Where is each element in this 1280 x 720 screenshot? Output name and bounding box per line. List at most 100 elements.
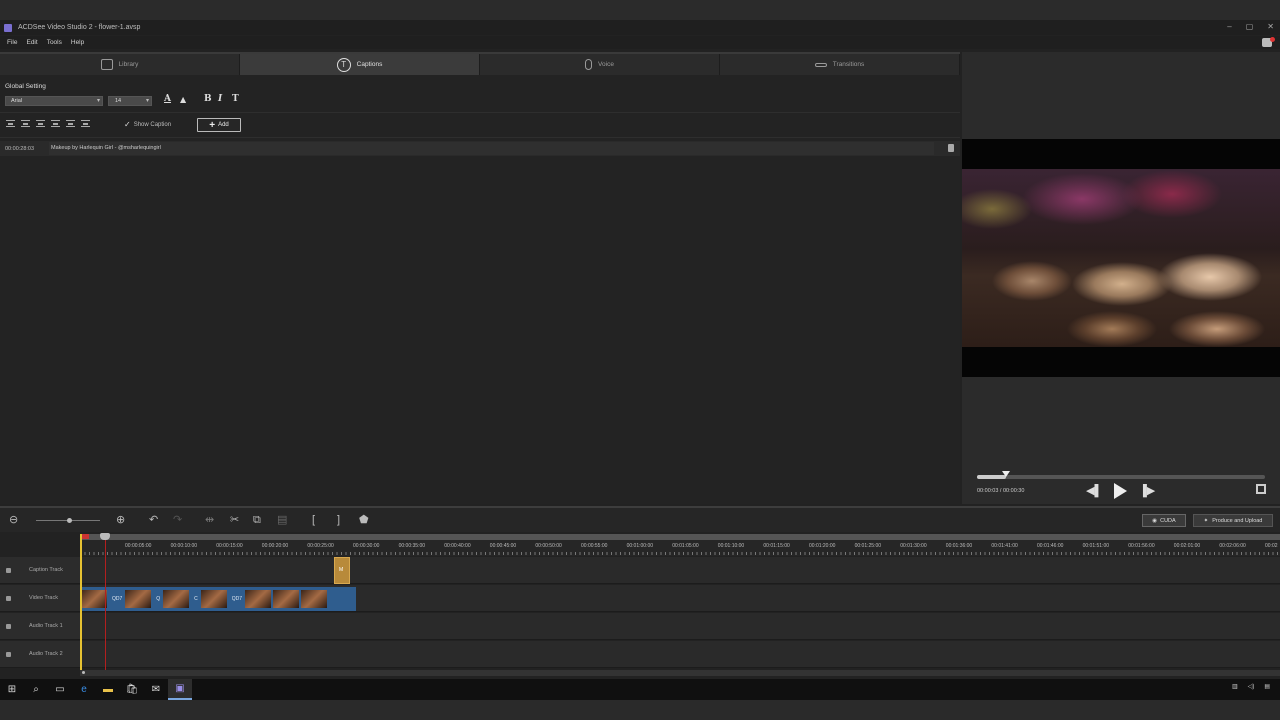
- divider: [0, 137, 960, 138]
- tab-voice[interactable]: Voice: [480, 54, 720, 75]
- font-select[interactable]: Arial ▾: [5, 96, 103, 106]
- mark-in-icon[interactable]: [: [312, 515, 315, 526]
- zoom-out-icon[interactable]: ⊖: [9, 515, 18, 526]
- font-size-value: 14: [115, 98, 122, 104]
- video-clip[interactable]: QD7 Q C QD7: [81, 587, 356, 611]
- task-view-icon[interactable]: ▭: [48, 679, 72, 700]
- timeline-start-line: [80, 534, 82, 672]
- timeline-scrollbar[interactable]: [80, 670, 1280, 676]
- ruler-label: 00:01:36:00: [945, 543, 973, 549]
- audio-track-1-lane[interactable]: [80, 613, 1280, 640]
- step-back-icon[interactable]: ◀▌: [1086, 484, 1102, 497]
- video-preview-frame: [962, 169, 1280, 347]
- seek-bar[interactable]: [977, 471, 1265, 479]
- zoom-in-icon[interactable]: ⊕: [116, 515, 125, 526]
- align-top-icon[interactable]: [51, 120, 60, 127]
- action-center-icon[interactable]: ▤: [1264, 683, 1270, 690]
- search-icon[interactable]: ⌕: [24, 679, 48, 700]
- seek-handle[interactable]: [1001, 471, 1010, 477]
- video-thumbnail: [301, 590, 328, 608]
- minimize-icon[interactable]: –: [1227, 22, 1231, 31]
- ruler-label: 00:00:05:00: [125, 543, 152, 549]
- acdsee-app-icon[interactable]: ▣: [168, 679, 192, 700]
- step-forward-icon[interactable]: ▐▶: [1139, 484, 1155, 497]
- preview-panel: 00:00:03 / 00:00:30 ◀▌ ▐▶: [962, 52, 1280, 504]
- maximize-icon[interactable]: ▢: [1246, 22, 1254, 31]
- text-style-icon[interactable]: T: [232, 94, 239, 104]
- library-icon: [100, 59, 113, 70]
- video-clip-segment: QD7: [81, 590, 125, 608]
- play-icon[interactable]: [1114, 483, 1127, 499]
- bold-icon[interactable]: B: [204, 94, 212, 104]
- redo-icon[interactable]: ↷: [173, 515, 182, 526]
- file-explorer-icon[interactable]: ▬: [96, 679, 120, 700]
- ruler-scrub-bar[interactable]: [80, 534, 1280, 540]
- zoom-slider-handle[interactable]: [67, 518, 72, 523]
- ruler-label: 00:00:10:00: [170, 543, 198, 549]
- align-middle-icon[interactable]: [66, 120, 75, 127]
- caption-text[interactable]: Makeup by Harlequin Girl - @msharlequing…: [49, 142, 934, 155]
- network-icon[interactable]: ▥: [1232, 683, 1238, 690]
- video-thumbnail: [81, 590, 107, 608]
- lock-icon[interactable]: [6, 596, 11, 601]
- notification-badge: [1270, 37, 1275, 42]
- caption-time[interactable]: 00:00:28:03: [5, 146, 47, 152]
- mark-out-icon[interactable]: ]: [337, 515, 340, 526]
- cuda-toggle[interactable]: ◉ CUDA: [1142, 514, 1186, 527]
- ruler-label: 00:01:51:00: [1082, 543, 1110, 549]
- ruler-label: 00:01:20:00: [809, 543, 836, 549]
- close-icon[interactable]: ✕: [1267, 22, 1274, 31]
- edge-browser-icon[interactable]: e: [72, 679, 96, 700]
- align-right-icon[interactable]: [36, 120, 45, 127]
- copy-icon[interactable]: ⧉: [253, 515, 261, 526]
- menu-edit[interactable]: Edit: [26, 39, 37, 46]
- volume-icon[interactable]: ◁): [1248, 683, 1255, 690]
- lock-icon[interactable]: [6, 652, 11, 657]
- ruler-label: 00:01:41:00: [991, 543, 1018, 549]
- paste-icon[interactable]: ▤: [277, 515, 287, 526]
- mail-icon[interactable]: ✉: [144, 679, 168, 700]
- caption-list-item[interactable]: 00:00:28:03 Makeup by Harlequin Girl - @…: [0, 141, 960, 156]
- ruler-ticks: [80, 552, 1280, 555]
- ruler-label: 00:00:55:00: [581, 543, 608, 549]
- font-color-icon[interactable]: A: [164, 94, 171, 104]
- plus-icon: +: [209, 119, 216, 131]
- video-clip-segment: C: [163, 590, 201, 608]
- scrollbar-thumb[interactable]: [82, 671, 85, 674]
- menu-help[interactable]: Help: [71, 39, 84, 46]
- caption-track-lane[interactable]: [80, 557, 1280, 584]
- show-caption-checkbox[interactable]: ✓ Show Caption: [124, 120, 171, 129]
- split-icon[interactable]: ⇹: [205, 515, 214, 526]
- in-point-marker[interactable]: [81, 534, 89, 539]
- audio-track-2-lane[interactable]: [80, 641, 1280, 668]
- font-size-select[interactable]: 14 ▾: [108, 96, 152, 106]
- italic-icon[interactable]: I: [218, 94, 222, 104]
- video-thumbnail: [273, 590, 300, 608]
- playhead-line: [105, 540, 106, 672]
- align-center-icon[interactable]: [21, 120, 30, 127]
- tab-library[interactable]: Library: [0, 54, 240, 75]
- trash-icon[interactable]: [948, 144, 954, 152]
- marker-icon[interactable]: ⬟: [359, 515, 369, 526]
- lock-icon[interactable]: [6, 568, 11, 573]
- tab-transitions[interactable]: Transitions: [720, 54, 960, 75]
- align-bottom-icon[interactable]: [81, 120, 90, 127]
- undo-icon[interactable]: ↶: [149, 515, 158, 526]
- menu-file[interactable]: File: [7, 39, 17, 46]
- add-caption-button[interactable]: + Add: [197, 118, 241, 132]
- windows-start-icon[interactable]: ⊞: [0, 679, 24, 700]
- cut-icon[interactable]: ✂: [230, 515, 239, 526]
- caption-clip[interactable]: M: [334, 557, 350, 584]
- video-clip-segment: Q: [125, 590, 163, 608]
- store-icon[interactable]: 🛍: [120, 679, 144, 700]
- playhead-handle[interactable]: [100, 533, 110, 540]
- highlight-color-icon[interactable]: ▲: [180, 94, 186, 104]
- tab-captions[interactable]: T Captions: [240, 54, 480, 75]
- align-left-icon[interactable]: [6, 120, 15, 127]
- video-thumbnail: [125, 590, 152, 608]
- timeline-ruler[interactable]: 00:00:05:00 00:00:10:00 00:00:15:00 00:00:2…: [80, 534, 1280, 556]
- fullscreen-icon[interactable]: [1256, 484, 1266, 494]
- lock-icon[interactable]: [6, 624, 11, 629]
- menu-tools[interactable]: Tools: [47, 39, 62, 46]
- produce-upload-button[interactable]: ✦ Produce and Upload: [1193, 514, 1273, 527]
